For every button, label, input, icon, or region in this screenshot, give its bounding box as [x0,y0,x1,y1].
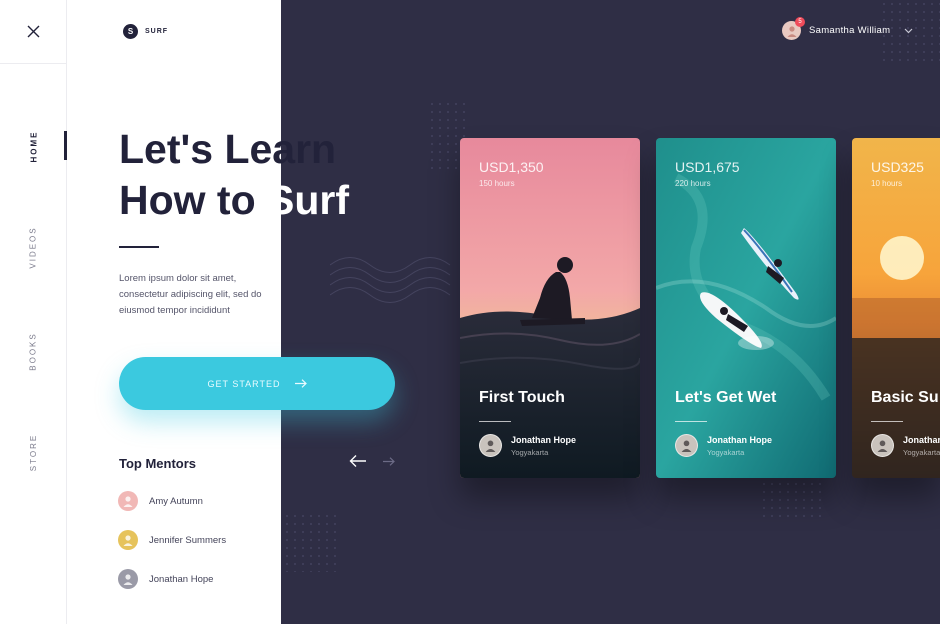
mentor-name: Amy Autumn [149,495,203,507]
course-hours: 10 hours [871,179,903,188]
course-hours: 150 hours [479,179,515,188]
instructor-location: Yogyakarta [903,447,940,457]
avatar [675,434,698,457]
chevron-down-icon [904,28,913,33]
person-icon [877,440,888,452]
person-icon [485,440,496,452]
card-divider [871,421,903,422]
previous-arrow-icon[interactable] [349,454,367,468]
card-divider [479,421,511,422]
mentor-name: Jennifer Summers [149,534,227,546]
course-hours: 220 hours [675,179,711,188]
person-icon [681,440,692,452]
top-mentors-title: Top Mentors [119,456,197,471]
avatar [479,434,502,457]
instructor: Jonathan Hope Yogyakarta [479,434,576,457]
get-started-label: GET STARTED [207,378,281,389]
mentor-name: Jonathan Hope [149,573,214,585]
nav-item-label: BOOKS [28,331,38,371]
user-avatar: 5 [782,17,805,40]
instructor-name: Jonathan Hope [707,434,773,445]
dot-pattern-decoration [283,512,338,572]
instructor: Jonathan Hope Yogyakarta [871,434,940,457]
notification-badge: 5 [795,17,805,27]
side-rail: HOME VIDEOS BOOKS STORE [0,0,67,624]
instructor-name: Jonathan Hope [903,434,940,445]
card-divider [675,421,707,422]
user-name: Samantha William [809,25,891,36]
mentor-item[interactable]: Amy Autumn [118,491,203,511]
dot-pattern-decoration [760,480,826,520]
instructor-name: Jonathan Hope [511,434,577,445]
headline-line-1: Let's Learn [119,126,337,172]
course-card[interactable]: USD1,350 150 hours First Touch Jonathan … [460,138,640,478]
course-card[interactable]: USD1,675 220 hours Let's Get Wet Jonatha… [656,138,836,478]
brand[interactable]: S SURF [123,24,168,39]
hero-description: Lorem ipsum dolor sit amet, consectetur … [119,273,262,316]
headline-divider [119,246,159,248]
avatar [118,491,138,511]
person-icon [123,535,133,546]
avatar [118,569,138,589]
person-icon [123,574,133,585]
mentor-item[interactable]: Jennifer Summers [118,530,226,550]
nav-item-videos[interactable]: VIDEOS [0,212,67,282]
arrow-right-icon [294,379,307,388]
nav-item-store[interactable]: STORE [0,417,67,487]
avatar [118,530,138,550]
headline-line-2-light: Surf [267,177,350,223]
get-started-button[interactable]: GET STARTED [119,357,395,410]
nav-item-label: VIDEOS [28,225,38,269]
course-card[interactable]: USD325 10 hours Basic Su Jonathan Hope Y… [852,138,940,478]
mentor-item[interactable]: Jonathan Hope [118,569,213,589]
brand-logo: S [123,24,138,39]
nav-item-label: HOME [29,130,38,162]
person-icon [123,496,133,507]
close-icon [27,25,40,38]
instructor-location: Yogyakarta [511,447,549,457]
nav-item-books[interactable]: BOOKS [0,316,67,386]
wave-lines-decoration [330,257,451,303]
card-photo [656,138,836,478]
course-title: First Touch [479,389,565,406]
instructor: Jonathan Hope Yogyakarta [675,434,772,457]
close-button[interactable] [0,0,67,64]
nav-item-home[interactable]: HOME [0,111,67,181]
hero-headline: Let's Learn How to Surf [119,124,349,226]
course-title: Let's Get Wet [675,389,777,406]
user-menu[interactable]: 5 Samantha William [782,17,913,40]
course-price: USD1,350 [479,159,544,175]
brand-name: SURF [145,28,169,35]
card-photo [852,138,940,478]
headline-line-2-dark: How to [119,177,268,223]
avatar [871,434,894,457]
instructor-location: Yogyakarta [707,447,745,457]
course-price: USD325 [871,159,924,175]
course-price: USD1,675 [675,159,740,175]
nav-item-label: STORE [28,433,38,471]
card-photo [460,138,640,478]
course-title: Basic Su [871,389,939,406]
next-arrow-icon[interactable] [383,457,395,466]
person-icon [787,25,796,37]
